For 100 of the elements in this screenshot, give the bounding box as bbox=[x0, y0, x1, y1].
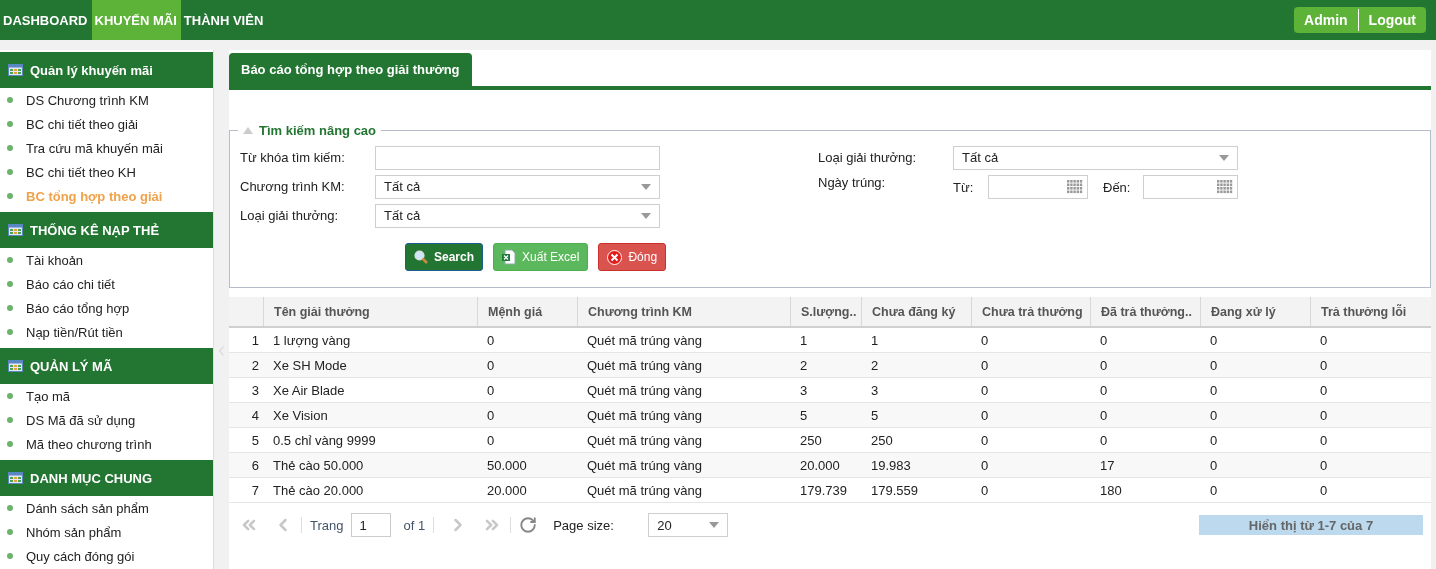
bullet-icon bbox=[7, 329, 13, 335]
column-header[interactable]: Trả thưởng lỗi bbox=[1310, 297, 1431, 326]
bullet-icon bbox=[7, 169, 13, 175]
column-header[interactable]: Chưa đăng ký bbox=[861, 297, 971, 326]
table-cell-text: Thẻ cào 20.000 bbox=[272, 481, 365, 500]
sidebar-item[interactable]: Tài khoản bbox=[0, 248, 213, 272]
table-cell-text: 3 bbox=[870, 381, 880, 400]
table-cell-text: 0 bbox=[1209, 381, 1219, 400]
sidebar-item[interactable]: Tạo mã bbox=[0, 384, 213, 408]
nav-tab[interactable]: DASHBOARD bbox=[0, 0, 92, 40]
table-cell-text: 0 bbox=[1099, 381, 1109, 400]
section-title: QUẢN LÝ MÃ bbox=[30, 358, 113, 374]
table-cell-text: Quét mã trúng vàng bbox=[586, 431, 703, 450]
dropdown-caret-icon bbox=[1219, 154, 1229, 161]
table-cell-text: 250 bbox=[799, 431, 823, 450]
table-cell-text: 5 bbox=[799, 406, 809, 425]
table-cell-text: Xe SH Mode bbox=[272, 356, 348, 375]
sidebar-item[interactable]: Quy cách đóng gói bbox=[0, 544, 213, 568]
table-cell-text: 0 bbox=[486, 381, 496, 400]
table-cell-text: 179.739 bbox=[799, 481, 848, 500]
column-header[interactable]: Đã trả thưởng.. bbox=[1090, 297, 1200, 326]
table-cell-text: 0 bbox=[1099, 331, 1109, 350]
page-count: of 1 bbox=[403, 517, 426, 533]
table-cell-text: 19.983 bbox=[870, 456, 912, 475]
refresh-icon[interactable] bbox=[519, 516, 538, 534]
row-number: 6 bbox=[250, 456, 260, 475]
column-header[interactable]: Đang xử lý bbox=[1200, 297, 1310, 326]
field-label: Chương trình KM: bbox=[240, 179, 346, 194]
table-cell-text: 20.000 bbox=[799, 456, 841, 475]
table-cell-text: Quét mã trúng vàng bbox=[586, 481, 703, 500]
table-cell-text: 2 bbox=[799, 356, 809, 375]
table-cell-text: 0 bbox=[980, 331, 990, 350]
table-cell-text: 0 bbox=[1319, 331, 1329, 350]
collapse-triangle-icon[interactable] bbox=[243, 127, 253, 134]
column-header[interactable]: S.lượng.. bbox=[790, 297, 861, 326]
row-number: 2 bbox=[250, 356, 260, 375]
table-cell-text: 0 bbox=[980, 456, 990, 475]
table-cell-text: 0 bbox=[980, 431, 990, 450]
table-cell-text: 0 bbox=[1209, 356, 1219, 375]
column-header[interactable]: Chương trình KM bbox=[577, 297, 790, 326]
table-cell-text: 0 bbox=[1209, 331, 1219, 350]
bullet-icon bbox=[7, 305, 13, 311]
table-cell-text: 17 bbox=[1099, 456, 1116, 475]
table-cell-text: 1 bbox=[799, 331, 809, 350]
column-header[interactable]: Mệnh giá bbox=[477, 297, 577, 326]
bullet-icon bbox=[7, 281, 13, 287]
date-field[interactable] bbox=[988, 175, 1088, 199]
field-label: Ngày trúng: bbox=[818, 175, 887, 190]
bullet-icon bbox=[7, 441, 13, 447]
close-button[interactable]: Đóng bbox=[598, 243, 667, 271]
select-field[interactable]: Tất cả bbox=[375, 174, 660, 199]
column-header[interactable]: Tên giải thưởng bbox=[263, 297, 477, 326]
close-icon bbox=[607, 249, 623, 265]
page-size-select[interactable]: 20 bbox=[648, 513, 729, 537]
select-field[interactable]: Tất cả bbox=[375, 203, 660, 228]
search-button[interactable]: Search bbox=[405, 243, 484, 271]
nav-tab[interactable]: THÀNH VIÊN bbox=[180, 0, 268, 40]
table-icon bbox=[8, 360, 23, 372]
bullet-icon bbox=[7, 417, 13, 423]
collapse-handle-icon[interactable] bbox=[219, 346, 224, 356]
page-input[interactable]: 1 bbox=[351, 513, 392, 537]
dropdown-caret-icon bbox=[709, 522, 720, 528]
input-field[interactable] bbox=[375, 145, 660, 170]
table-cell-text: 0 bbox=[486, 406, 496, 425]
select-field[interactable]: Tất cả bbox=[953, 145, 1238, 170]
table-cell-text: 0 bbox=[980, 381, 990, 400]
sidebar-item[interactable]: Báo cáo chi tiết bbox=[0, 272, 213, 296]
sidebar-item[interactable]: Nạp tiền/Rút tiền bbox=[0, 320, 213, 344]
calendar-icon[interactable] bbox=[1217, 180, 1233, 194]
bullet-icon bbox=[7, 257, 13, 263]
table-cell-text: 0 bbox=[486, 331, 496, 350]
sidebar-item[interactable]: DS Mã đã sử dụng bbox=[0, 408, 213, 432]
table-cell-text: Xe Air Blade bbox=[272, 381, 346, 400]
sidebar-item[interactable]: Dánh sách sản phẩm bbox=[0, 496, 213, 520]
sidebar-item[interactable]: Tra cứu mã khuyến mãi bbox=[0, 136, 213, 160]
column-header[interactable]: Chưa trả thưởng bbox=[971, 297, 1090, 326]
sidebar-item[interactable]: Mã theo chương trình bbox=[0, 432, 213, 456]
row-number: 3 bbox=[250, 381, 260, 400]
bullet-icon bbox=[7, 145, 13, 151]
table-cell-text: Quét mã trúng vàng bbox=[586, 456, 703, 475]
section-title: DANH MỤC CHUNG bbox=[30, 470, 153, 486]
table-cell-text: 0 bbox=[1209, 481, 1219, 500]
field-label: Loại giải thưởng: bbox=[818, 150, 918, 165]
sidebar-item[interactable]: Báo cáo tổng hợp bbox=[0, 296, 213, 320]
sidebar-item[interactable]: DS Chương trình KM bbox=[0, 88, 213, 112]
table-cell-text: 0 bbox=[980, 481, 990, 500]
table-cell-text: 5 bbox=[870, 406, 880, 425]
row-number: 5 bbox=[250, 431, 260, 450]
section-title: THỐNG KÊ NẠP THẺ bbox=[30, 222, 160, 238]
sidebar-item[interactable]: BC chi tiết theo KH bbox=[0, 160, 213, 184]
dropdown-caret-icon bbox=[641, 183, 651, 190]
table-cell-text: 0 bbox=[1319, 381, 1329, 400]
calendar-icon[interactable] bbox=[1067, 180, 1083, 194]
page-tab[interactable]: Báo cáo tổng hợp theo giải thưởng bbox=[229, 53, 472, 86]
sidebar-item[interactable]: BC chi tiết theo giải bbox=[0, 112, 213, 136]
dropdown-caret-icon bbox=[641, 212, 651, 219]
sidebar-item[interactable]: Nhóm sản phẩm bbox=[0, 520, 213, 544]
table-cell-text: 0 bbox=[1319, 456, 1329, 475]
date-field[interactable] bbox=[1143, 175, 1238, 199]
bullet-icon bbox=[7, 553, 13, 559]
